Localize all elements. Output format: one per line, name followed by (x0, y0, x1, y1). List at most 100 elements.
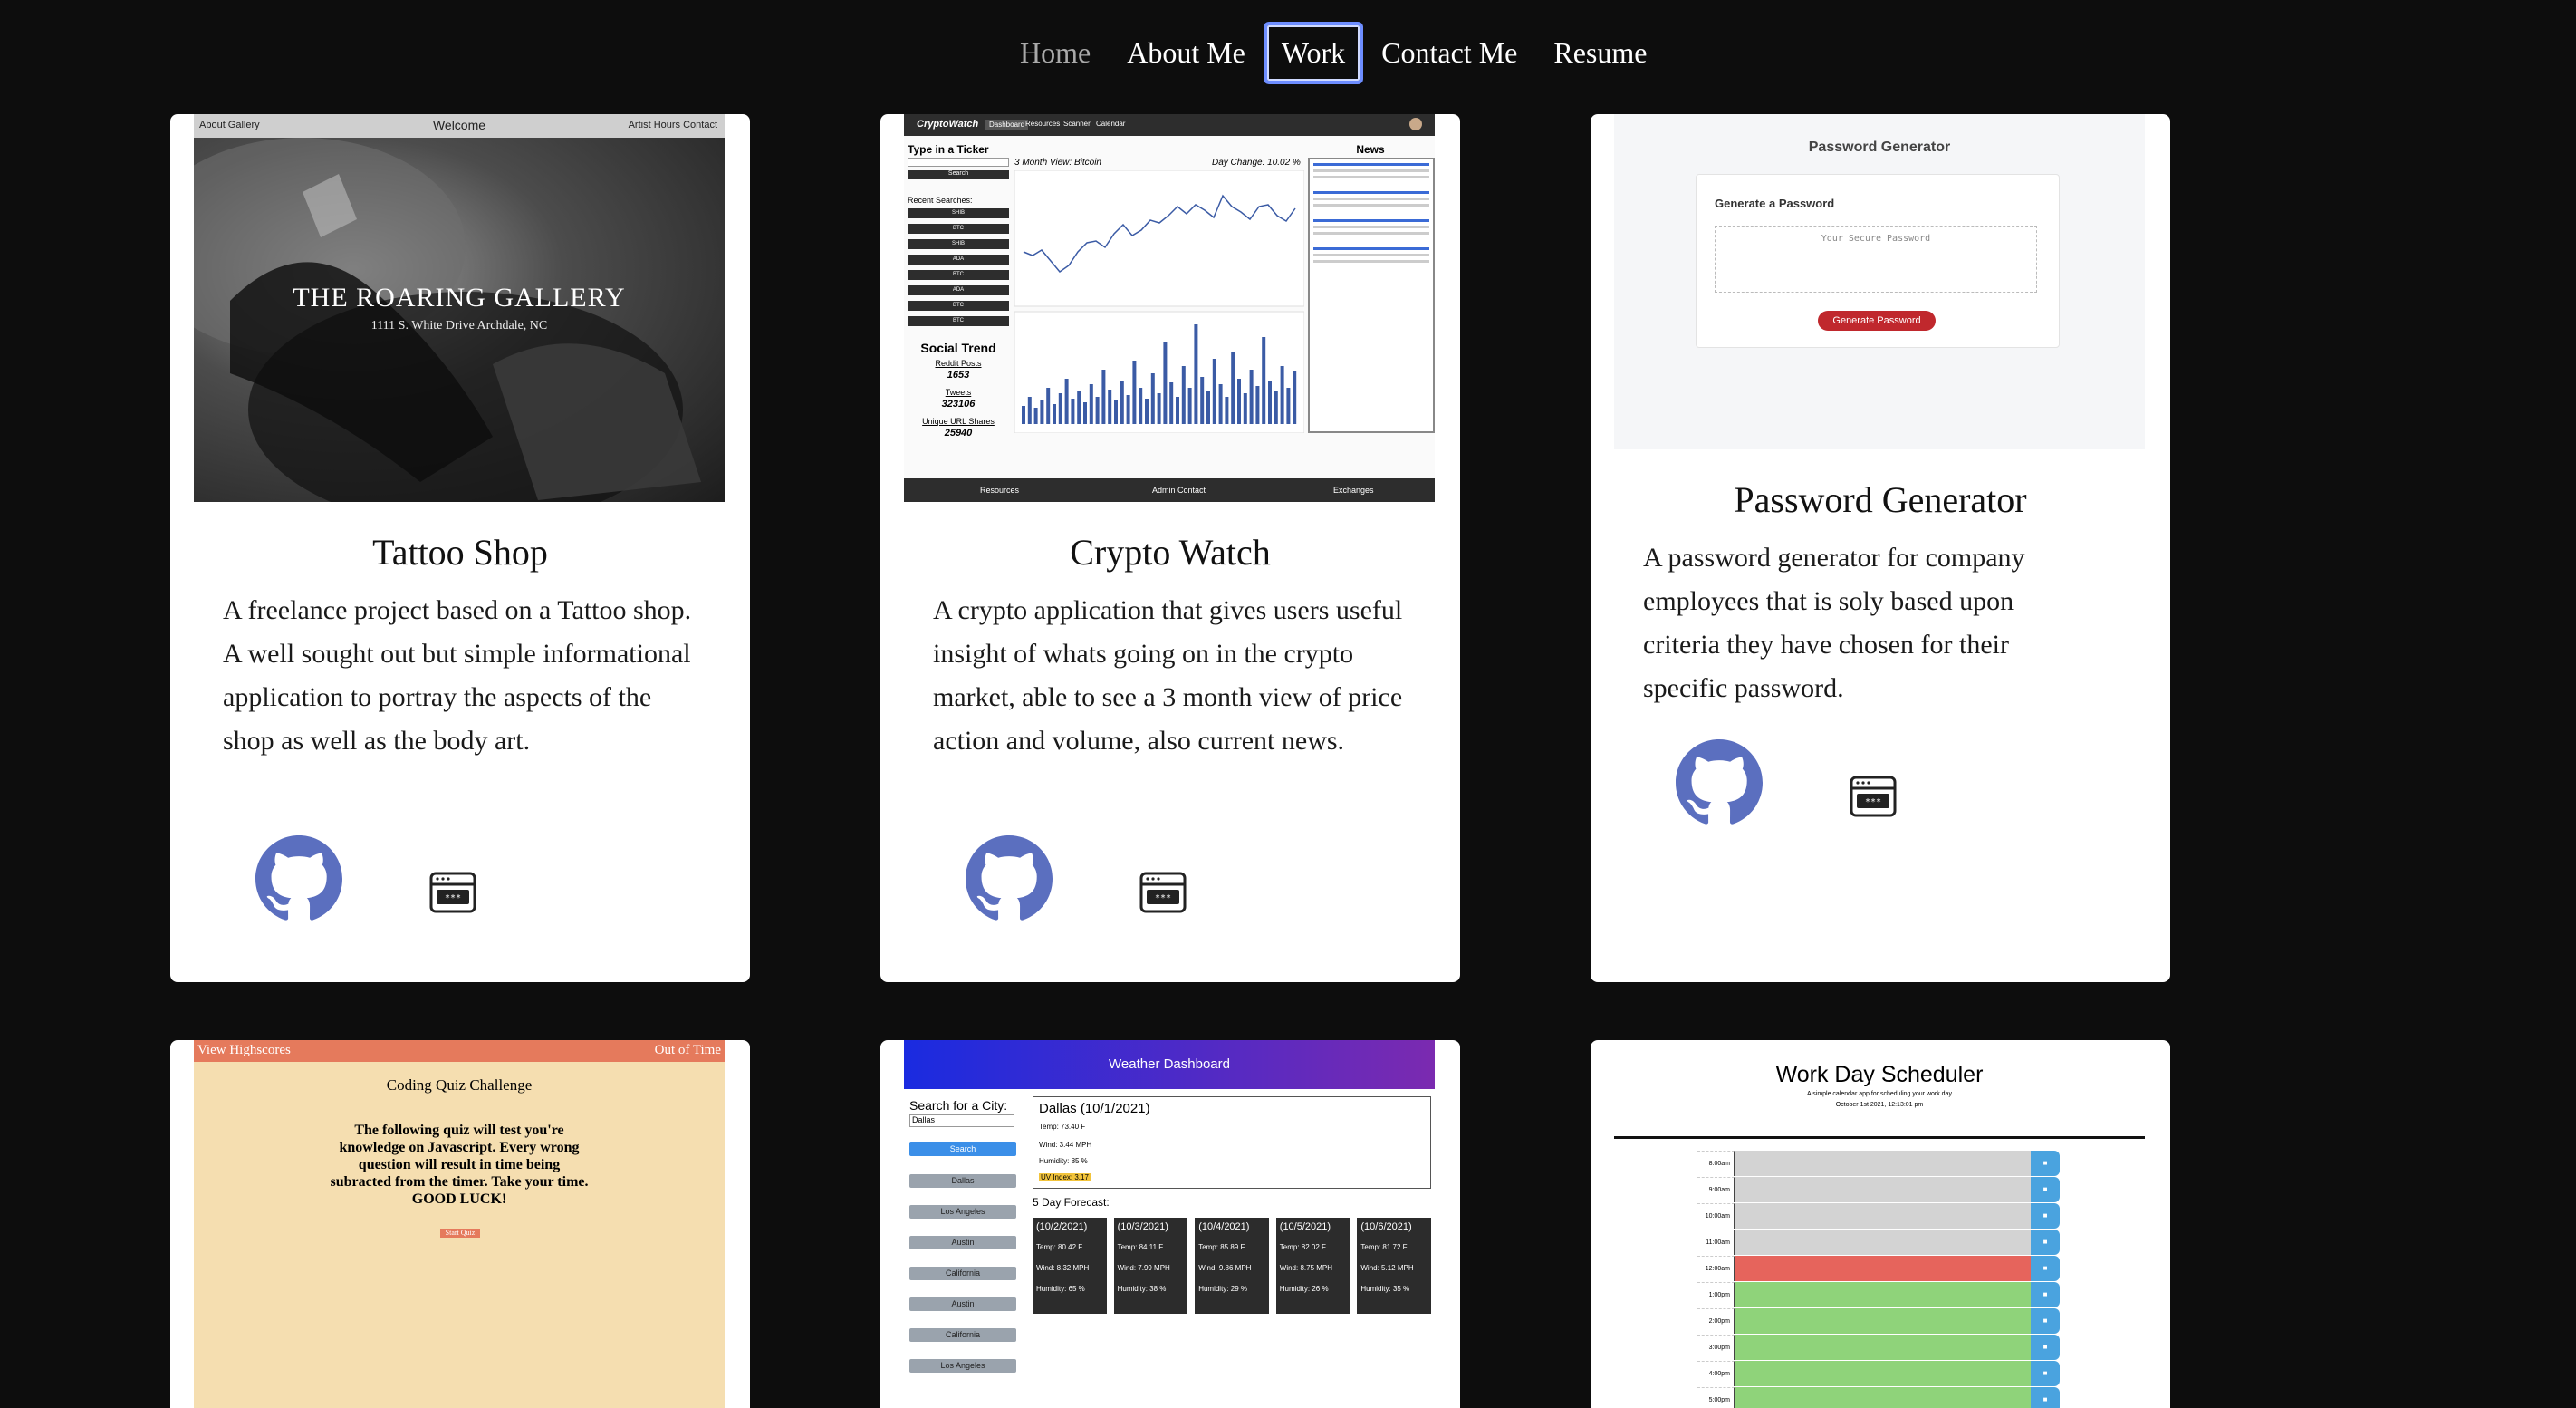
screenshot-headline: THE ROARING GALLERY (293, 283, 626, 313)
volume-bar (1027, 397, 1032, 424)
nav-contact[interactable]: Contact Me (1363, 22, 1535, 84)
volume-bar (1083, 402, 1087, 424)
project-screenshot[interactable]: Password Generator Generate a Password Y… (1614, 114, 2145, 449)
screenshot-ticker-input (908, 158, 1009, 167)
website-icon[interactable]: *** (429, 872, 476, 913)
volume-bar (1169, 382, 1174, 424)
screenshot-url-label: Unique URL Shares (922, 417, 995, 426)
screenshot-news-panel (1308, 158, 1435, 433)
github-icon[interactable] (966, 835, 1053, 922)
screenshot-topbar: View Highscores Out of Time (194, 1040, 725, 1062)
nav-work[interactable]: Work (1263, 22, 1364, 84)
volume-bar (1163, 342, 1168, 424)
screenshot-navbar: About Gallery Welcome Artist Hours Conta… (194, 114, 725, 138)
main-nav: Home About Me Work Contact Me Resume (1002, 22, 1665, 84)
screenshot-generate-button: Generate Password (1818, 311, 1936, 331)
screenshot-forecast-wind: Wind: 8.75 MPH (1279, 1264, 1333, 1272)
screenshot-footer-link: Admin Contact (1152, 486, 1206, 495)
screenshot-forecast-temp: Temp: 82.02 F (1279, 1243, 1326, 1251)
github-icon[interactable] (255, 835, 342, 922)
screenshot-forecast-hum: Humidity: 38 % (1117, 1285, 1167, 1293)
screenshot-forecast-hum: Humidity: 35 % (1360, 1285, 1410, 1293)
screenshot-price-chart (1014, 170, 1304, 433)
screenshot-city-button: Los Angeles (909, 1205, 1016, 1219)
screenshot-social-title: Social Trend (920, 341, 996, 355)
volume-bar (1150, 373, 1155, 424)
screenshot-heading: Password Generator (1808, 140, 1951, 155)
project-screenshot[interactable]: CryptoWatch Dashboard Resources Scanner … (904, 114, 1435, 502)
volume-bar (1077, 391, 1081, 424)
volume-bar (1101, 370, 1106, 424)
screenshot-navbar: CryptoWatch Dashboard Resources Scanner … (904, 114, 1435, 136)
screenshot-password-field: Your Secure Password (1715, 226, 2037, 293)
save-icon: ■ (2031, 1387, 2060, 1408)
schedule-row: 1:00pm ■ (1697, 1282, 2060, 1308)
volume-bar (1126, 395, 1130, 424)
project-screenshot[interactable]: Weather Dashboard Search for a City: Dal… (904, 1040, 1435, 1408)
project-screenshot[interactable]: About Gallery Welcome Artist Hours Conta… (194, 114, 725, 502)
avatar (1409, 118, 1422, 130)
save-icon: ■ (2031, 1335, 2060, 1360)
volume-bar (1200, 377, 1205, 424)
screenshot-forecast-date: (10/2/2021) (1036, 1221, 1088, 1232)
screenshot-current-humidity: Humidity: 85 % (1039, 1157, 1088, 1165)
screenshot-ticker-label: Type in a Ticker (908, 143, 989, 156)
screenshot-forecast-card: (10/2/2021) Temp: 80.42 F Wind: 8.32 MPH Hu… (1033, 1218, 1107, 1314)
volume-bar (1176, 397, 1179, 424)
screenshot-forecast-wind: Wind: 9.86 MPH (1198, 1264, 1252, 1272)
volume-bar (1145, 399, 1149, 424)
screenshot-footer-link: Resources (980, 486, 1020, 495)
project-screenshot[interactable]: Work Day Scheduler A simple calendar app… (1614, 1040, 2145, 1408)
screenshot-forecast-card: (10/5/2021) Temp: 82.02 F Wind: 8.75 MPH Hu… (1275, 1218, 1350, 1314)
screenshot-forecast-card: (10/4/2021) Temp: 85.89 F Wind: 9.86 MPH Hu… (1195, 1218, 1269, 1314)
screenshot-city-list: Dallas Los Angeles Austin California Austin C… (909, 1174, 1016, 1390)
screenshot-search-button: Search (908, 170, 1009, 179)
volume-bar (1157, 393, 1161, 424)
screenshot-forecast-temp: Temp: 84.11 F (1117, 1243, 1164, 1251)
screenshot-forecast-date: (10/5/2021) (1279, 1221, 1331, 1232)
volume-bar (1286, 388, 1291, 424)
github-icon[interactable] (1676, 739, 1763, 826)
schedule-hour-label: 8:00am (1697, 1151, 1735, 1176)
schedule-time-block (1735, 1282, 2031, 1307)
volume-bar (1022, 406, 1025, 424)
save-icon: ■ (2031, 1230, 2060, 1255)
screenshot-header: Weather Dashboard (904, 1040, 1435, 1089)
schedule-time-block (1735, 1177, 2031, 1202)
volume-bar (1120, 381, 1124, 424)
screenshot-search-label: Search for a City: (909, 1098, 1008, 1113)
website-icon[interactable]: *** (1850, 776, 1897, 817)
screenshot-recent-item: BTC (908, 224, 1009, 234)
screenshot-forecast-temp: Temp: 80.42 F (1036, 1243, 1083, 1251)
screenshot-brand: CryptoWatch (917, 119, 979, 130)
website-icon[interactable]: *** (1139, 872, 1187, 913)
save-icon: ■ (2031, 1256, 2060, 1281)
screenshot-recent-list: SHIB BTC SHIB ADA BTC ADA BTC BTC (908, 208, 1009, 332)
volume-bar (1268, 381, 1272, 424)
screenshot-recent-item: ADA (908, 285, 1009, 295)
volume-bar (1231, 352, 1235, 424)
project-card-password: Password Generator Generate a Password Y… (1591, 114, 2170, 982)
screenshot-tab: Resources (1025, 120, 1061, 128)
schedule-hour-label: 9:00am (1697, 1177, 1735, 1202)
screenshot-footer: Resources Admin Contact Exchanges (904, 478, 1435, 502)
screenshot-url-value: 25940 (944, 428, 973, 439)
project-screenshot[interactable]: View Highscores Out of Time Coding Quiz … (194, 1040, 725, 1408)
schedule-row: 12:00am ■ (1697, 1256, 2060, 1282)
volume-bar (1181, 366, 1186, 424)
screenshot-forecast-label: 5 Day Forecast: (1033, 1196, 1110, 1209)
schedule-time-block (1735, 1335, 2031, 1360)
volume-bar (1237, 379, 1241, 424)
screenshot-recent-item: SHIB (908, 239, 1009, 249)
schedule-time-block (1735, 1387, 2031, 1408)
screenshot-sub: A simple calendar app for scheduling you… (1807, 1091, 1952, 1097)
screenshot-forecast-wind: Wind: 5.12 MPH (1360, 1264, 1414, 1272)
project-card-tattoo: About Gallery Welcome Artist Hours Conta… (170, 114, 750, 982)
screenshot-current-temp: Temp: 73.40 F (1039, 1123, 1086, 1131)
screenshot-forecast-card: (10/3/2021) Temp: 84.11 F Wind: 7.99 MPH Hu… (1113, 1218, 1188, 1314)
nav-about[interactable]: About Me (1109, 22, 1264, 84)
screenshot-highscores-link: View Highscores (197, 1043, 291, 1057)
nav-home[interactable]: Home (1002, 22, 1109, 84)
nav-resume[interactable]: Resume (1535, 22, 1665, 84)
schedule-row: 5:00pm ■ (1697, 1387, 2060, 1408)
